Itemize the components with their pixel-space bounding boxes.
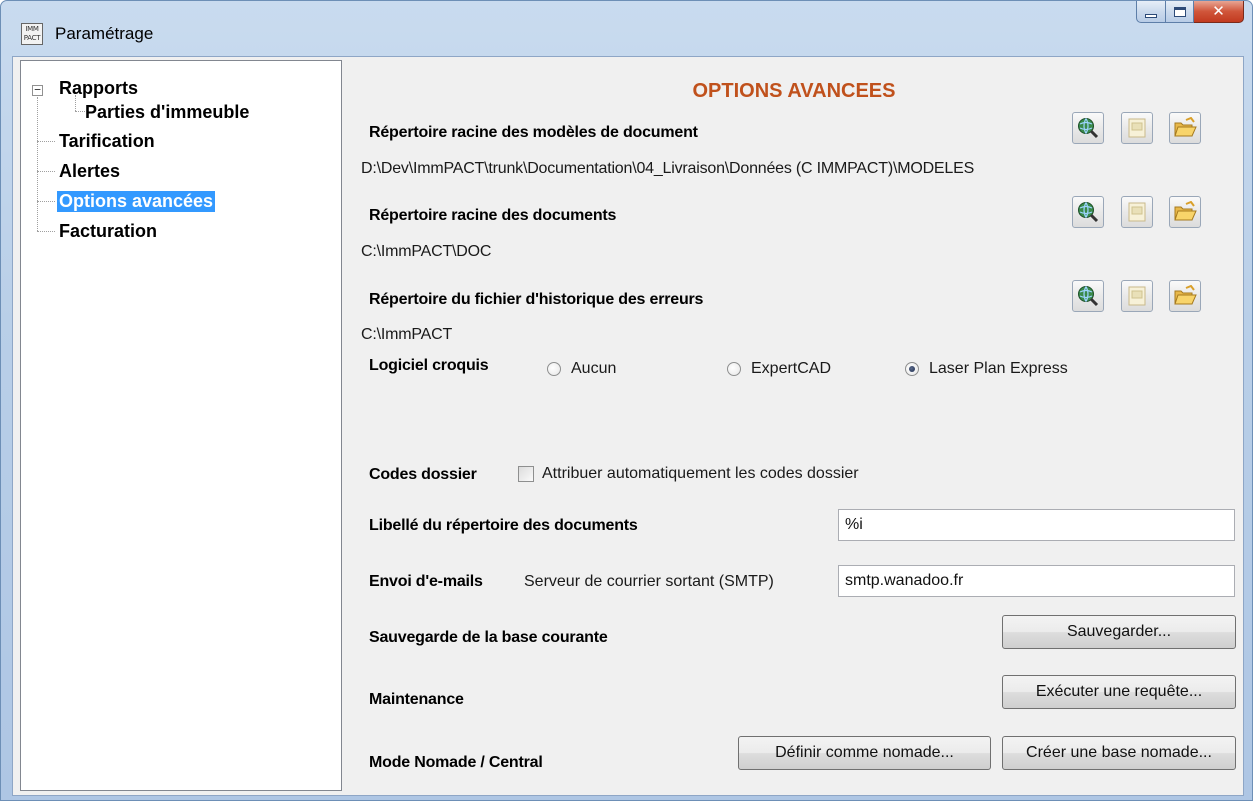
- globe-search-icon: [1078, 118, 1099, 139]
- close-icon: ✕: [1212, 2, 1225, 20]
- close-button[interactable]: ✕: [1194, 1, 1244, 23]
- tree-line: [37, 141, 55, 142]
- rep-historique-path: C:\ImmPACT: [361, 326, 453, 343]
- logiciel-croquis-label: Logiciel croquis: [369, 357, 489, 374]
- title-bar[interactable]: IMM PACT Paramétrage ✕: [1, 1, 1252, 59]
- view-modeles-button[interactable]: [1121, 112, 1153, 144]
- executer-requete-button[interactable]: Exécuter une requête...: [1002, 675, 1236, 709]
- tree-item-facturation[interactable]: Facturation: [59, 221, 157, 242]
- page-title: OPTIONS AVANCEES: [692, 80, 896, 102]
- radio-circle-checked: [905, 362, 919, 376]
- definir-nomade-button[interactable]: Définir comme nomade...: [738, 736, 991, 770]
- sauvegarder-button[interactable]: Sauvegarder...: [1002, 615, 1236, 649]
- checkbox-box: [518, 466, 534, 482]
- globe-search-icon: [1078, 202, 1099, 223]
- maximize-button[interactable]: [1166, 1, 1194, 23]
- tree-item-tarification[interactable]: Tarification: [59, 131, 155, 152]
- minimize-button[interactable]: [1136, 1, 1166, 23]
- tree-line: [37, 97, 38, 231]
- folder-open-icon: [1174, 117, 1197, 137]
- rep-documents-label: Répertoire racine des documents: [369, 207, 617, 224]
- maintenance-label: Maintenance: [369, 691, 464, 708]
- radio-label: ExpertCAD: [751, 360, 832, 377]
- browse-modeles-button[interactable]: [1072, 112, 1104, 144]
- rep-modeles-label: Répertoire racine des modèles de documen…: [369, 124, 698, 141]
- tree-line: [37, 201, 55, 202]
- codes-dossier-checkbox[interactable]: Attribuer automatiquement les codes doss…: [518, 465, 859, 483]
- radio-label: Laser Plan Express: [929, 360, 1068, 377]
- tree-item-parties-immeuble[interactable]: Parties d'immeuble: [85, 102, 249, 123]
- browse-documents-button[interactable]: [1072, 196, 1104, 228]
- tree-line: [75, 111, 85, 112]
- codes-dossier-label: Codes dossier: [369, 466, 477, 483]
- radio-circle: [727, 362, 741, 376]
- tree-line: [37, 231, 55, 232]
- tree-line: [37, 171, 55, 172]
- minimize-icon: [1145, 13, 1157, 18]
- window-title: Paramétrage: [55, 24, 154, 43]
- open-historique-button[interactable]: [1169, 280, 1201, 312]
- app-icon: IMM PACT: [21, 23, 43, 45]
- open-documents-button[interactable]: [1169, 196, 1201, 228]
- radio-laser-plan-express[interactable]: Laser Plan Express: [905, 360, 1068, 378]
- libelle-input[interactable]: [838, 509, 1235, 541]
- view-documents-button[interactable]: [1121, 196, 1153, 228]
- settings-tree: − Rapports Parties d'immeuble Tarificati…: [20, 60, 342, 791]
- libelle-label: Libellé du répertoire des documents: [369, 517, 638, 534]
- caption-buttons: ✕: [1136, 1, 1244, 25]
- checkbox-label: Attribuer automatiquement les codes doss…: [542, 465, 859, 482]
- document-view-icon: [1128, 118, 1146, 138]
- smtp-label: Serveur de courrier sortant (SMTP): [524, 573, 774, 590]
- mode-nomade-label: Mode Nomade / Central: [369, 754, 543, 771]
- smtp-input[interactable]: [838, 565, 1235, 597]
- rep-historique-label: Répertoire du fichier d'historique des e…: [369, 291, 704, 308]
- radio-expertcad[interactable]: ExpertCAD: [727, 360, 831, 378]
- tree-item-alertes[interactable]: Alertes: [59, 161, 120, 182]
- open-modeles-button[interactable]: [1169, 112, 1201, 144]
- radio-circle: [547, 362, 561, 376]
- sauvegarde-label: Sauvegarde de la base courante: [369, 629, 608, 646]
- creer-base-nomade-button[interactable]: Créer une base nomade...: [1002, 736, 1236, 770]
- maximize-icon: [1173, 6, 1186, 17]
- parametrage-window: IMM PACT Paramétrage ✕ − Rapports Parties…: [0, 0, 1253, 801]
- radio-aucun[interactable]: Aucun: [547, 360, 616, 378]
- collapse-icon[interactable]: −: [32, 84, 43, 96]
- tree-item-options-avancees[interactable]: Options avancées: [57, 191, 216, 212]
- document-view-icon: [1128, 286, 1146, 306]
- rep-modeles-path: D:\Dev\ImmPACT\trunk\Documentation\04_Li…: [361, 160, 975, 177]
- envoi-emails-label: Envoi d'e-mails: [369, 573, 483, 590]
- folder-open-icon: [1174, 285, 1197, 305]
- rep-documents-path: C:\ImmPACT\DOC: [361, 243, 492, 260]
- options-panel: OPTIONS AVANCEES Répertoire racine des m…: [349, 60, 1239, 791]
- folder-open-icon: [1174, 201, 1197, 221]
- tree-item-rapports[interactable]: Rapports: [59, 78, 138, 99]
- globe-search-icon: [1078, 286, 1099, 307]
- browse-historique-button[interactable]: [1072, 280, 1104, 312]
- view-historique-button[interactable]: [1121, 280, 1153, 312]
- radio-label: Aucun: [571, 360, 617, 377]
- client-area: − Rapports Parties d'immeuble Tarificati…: [12, 56, 1244, 796]
- document-view-icon: [1128, 202, 1146, 222]
